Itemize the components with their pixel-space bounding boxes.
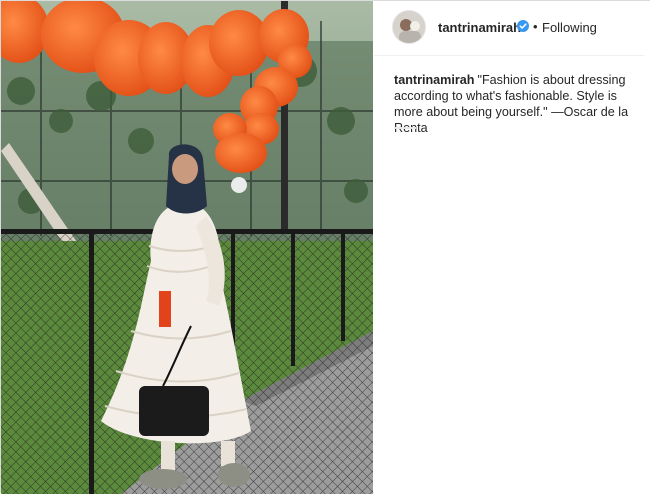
caption-username[interactable]: tantrinamirah — [394, 73, 474, 87]
post-photo[interactable] — [1, 1, 373, 494]
instagram-post: tantrinamirah • Following tantrinamirah "… — [0, 0, 650, 494]
post-caption: tantrinamirah "Fashion is about dressing … — [394, 72, 634, 136]
following-button[interactable]: Following — [542, 20, 597, 35]
verified-badge-icon — [517, 20, 529, 32]
post-photo-illustration — [1, 1, 373, 494]
header-separator: • — [533, 19, 538, 34]
avatar-image — [393, 11, 425, 43]
caption-divider — [394, 127, 416, 129]
post-side-panel: tantrinamirah • Following tantrinamirah "… — [374, 1, 650, 494]
author-avatar[interactable] — [392, 10, 426, 44]
author-username[interactable]: tantrinamirah — [438, 20, 521, 35]
post-header: tantrinamirah • Following — [374, 1, 644, 56]
